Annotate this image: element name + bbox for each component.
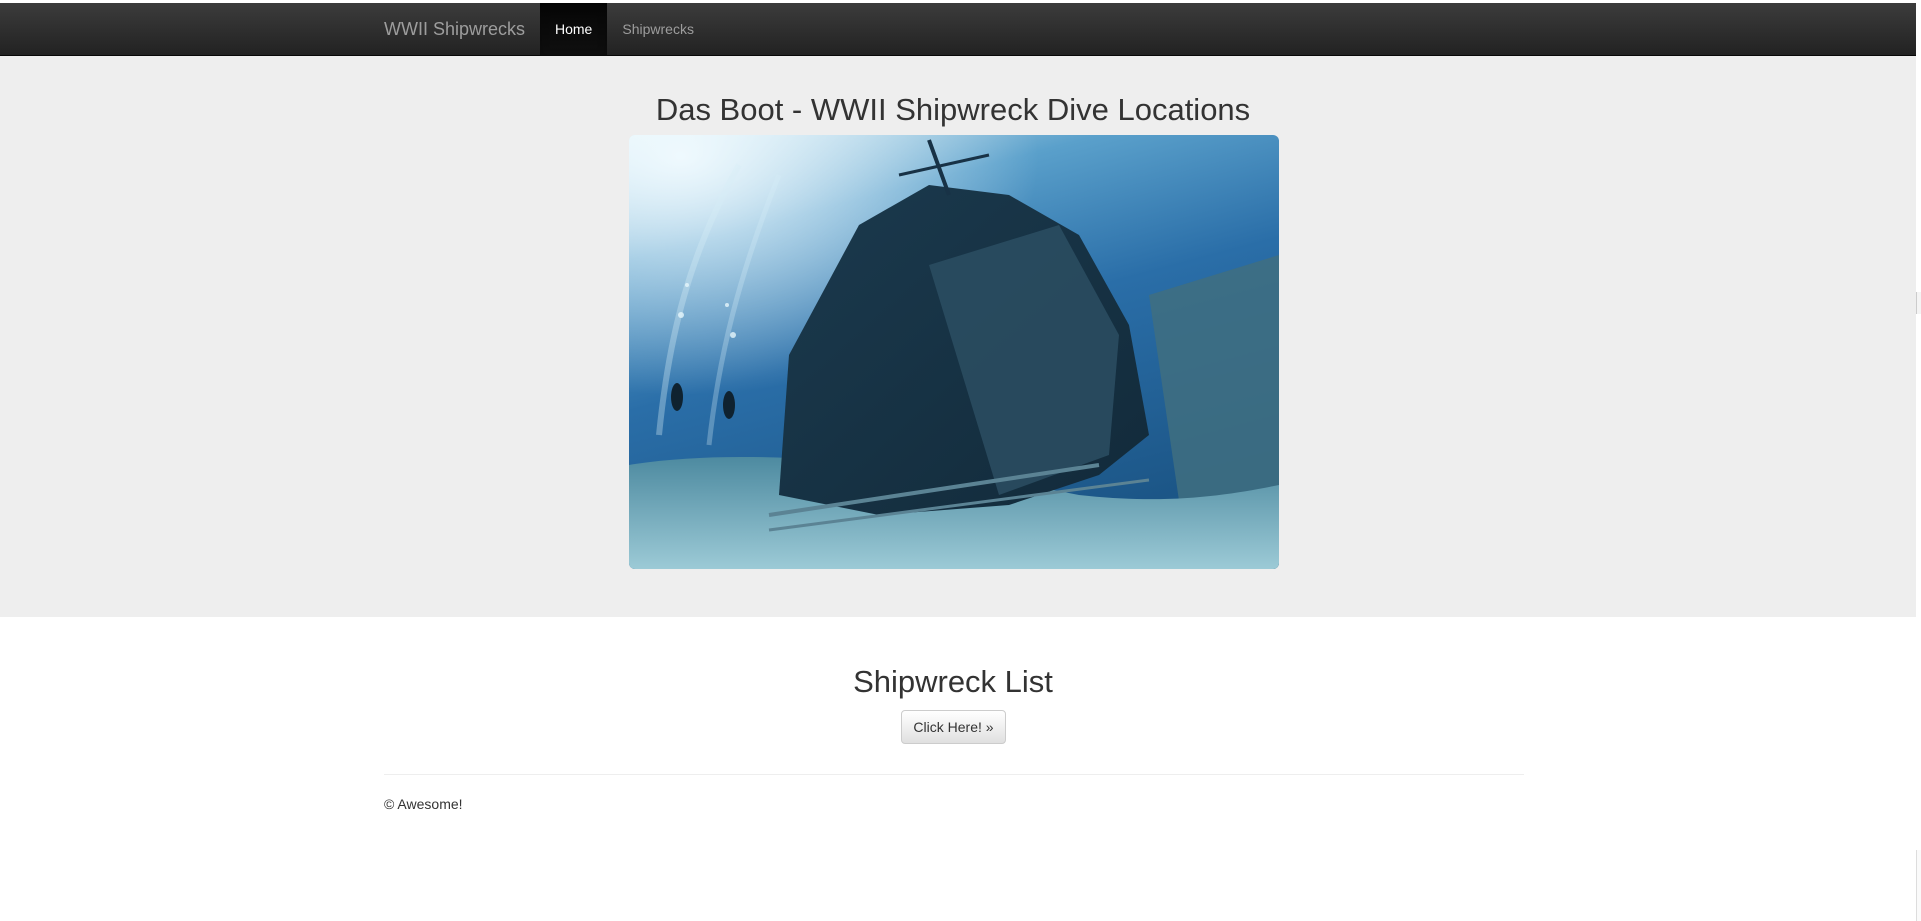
nav-menu: Home Shipwrecks [540,3,709,55]
nav-item-shipwrecks[interactable]: Shipwrecks [607,3,709,55]
scrollbar-thumb[interactable] [1916,292,1921,314]
navbar-brand[interactable]: WWII Shipwrecks [384,3,525,55]
hero-title: Das Boot - WWII Shipwreck Dive Locations [655,92,1251,127]
scrollbar-track[interactable] [1916,850,1921,921]
shipwreck-list-title: Shipwreck List [853,664,1053,699]
footer-divider [384,774,1524,775]
shipwreck-hero-image [629,135,1279,569]
hero-jumbotron: Das Boot - WWII Shipwreck Dive Locations [0,56,1916,617]
click-here-button[interactable]: Click Here! » [901,710,1006,744]
footer-text: © Awesome! [384,796,463,812]
nav-item-home[interactable]: Home [540,3,608,55]
navbar: WWII Shipwrecks Home Shipwrecks [0,3,1916,56]
